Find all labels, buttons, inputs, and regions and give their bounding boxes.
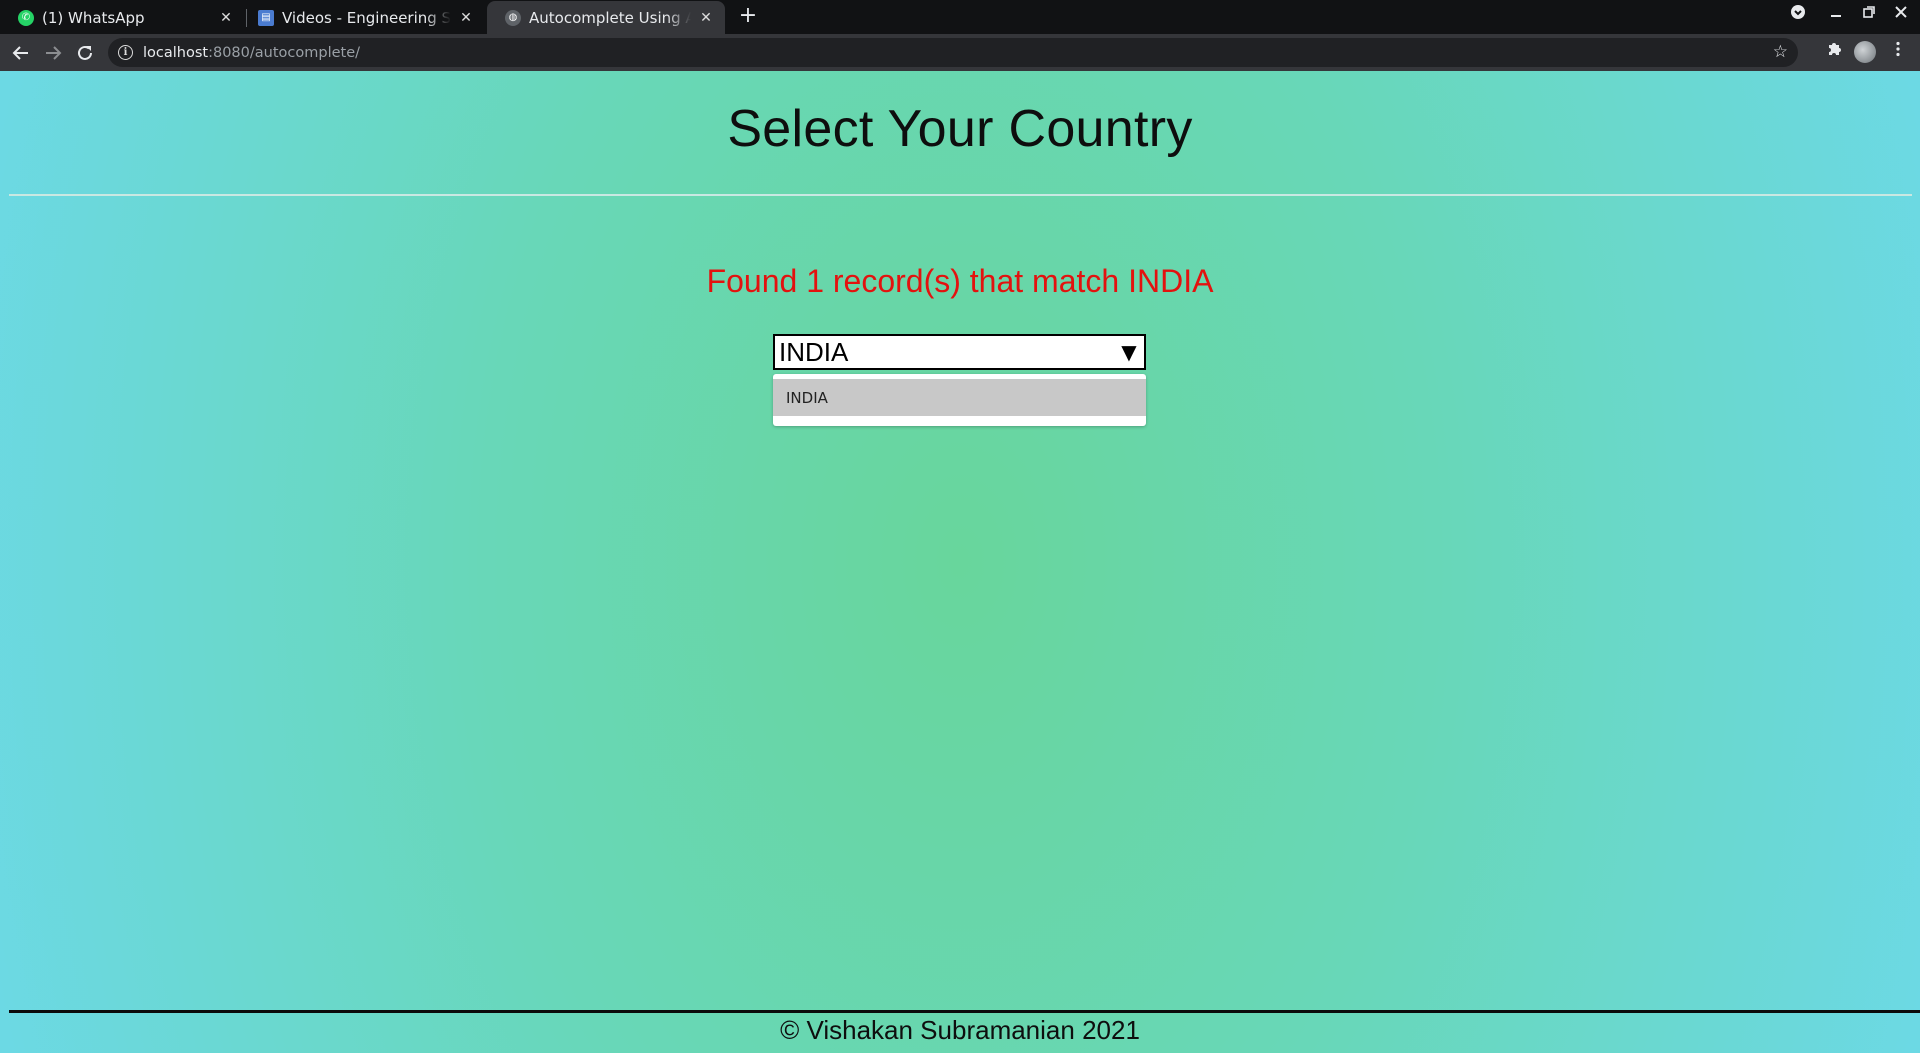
profile-avatar[interactable] — [1854, 41, 1876, 63]
restore-icon[interactable] — [1857, 4, 1881, 24]
menu-kebab-icon[interactable] — [1886, 41, 1910, 62]
close-tab-icon[interactable]: ✕ — [697, 10, 715, 26]
tab-title: Autocomplete Using AJA — [529, 8, 691, 27]
tab-videos[interactable]: ▤ Videos - Engineering Soft ✕ — [240, 1, 485, 34]
result-message: Found 1 record(s) that match INDIA — [706, 263, 1214, 299]
bookmark-star-icon[interactable]: ☆ — [1773, 42, 1788, 62]
page-body: Select Your Country Found 1 record(s) th… — [0, 71, 1920, 1053]
browser-toolbar: i localhost:8080/autocomplete/ ☆ — [0, 34, 1920, 71]
top-divider — [9, 194, 1912, 196]
select-value: INDIA — [779, 336, 849, 367]
address-bar[interactable]: i localhost:8080/autocomplete/ ☆ — [108, 38, 1798, 67]
extensions-puzzle-icon[interactable] — [1822, 41, 1846, 62]
url-host: localhost — [143, 44, 209, 61]
autocomplete-dropdown: INDIA — [773, 374, 1146, 426]
close-window-icon[interactable] — [1889, 4, 1913, 24]
country-select[interactable]: INDIA ▼ — [773, 334, 1146, 370]
back-icon[interactable] — [8, 40, 34, 66]
footer-text: © Vishakan Subramanian 2021 — [780, 1015, 1140, 1045]
minimize-icon[interactable] — [1824, 4, 1848, 24]
new-tab-button[interactable]: + — [738, 3, 758, 28]
dropdown-option[interactable]: INDIA — [773, 379, 1146, 416]
tab-search-icon[interactable] — [1786, 4, 1810, 24]
whatsapp-icon: ✆ — [18, 9, 34, 26]
reload-icon[interactable] — [72, 40, 98, 66]
tab-title: Videos - Engineering Soft — [282, 8, 451, 27]
page-title: Select Your Country — [727, 100, 1193, 158]
globe-icon: ◍ — [505, 9, 521, 26]
url-path: :8080/autocomplete/ — [208, 44, 361, 61]
forward-icon[interactable] — [40, 40, 66, 66]
close-tab-icon[interactable]: ✕ — [457, 10, 475, 26]
tab-autocomplete[interactable]: ◍ Autocomplete Using AJA ✕ — [487, 1, 725, 34]
tab-whatsapp[interactable]: ✆ (1) WhatsApp ✕ — [0, 1, 245, 34]
document-icon: ▤ — [258, 9, 274, 26]
site-info-icon[interactable]: i — [118, 45, 133, 60]
close-tab-icon[interactable]: ✕ — [217, 10, 235, 26]
dropdown-arrow-icon[interactable]: ▼ — [1114, 340, 1144, 364]
browser-tab-strip: ✆ (1) WhatsApp ✕ ▤ Videos - Engineering … — [0, 0, 1920, 34]
tab-title: (1) WhatsApp — [42, 8, 145, 27]
footer-divider — [9, 1010, 1920, 1013]
